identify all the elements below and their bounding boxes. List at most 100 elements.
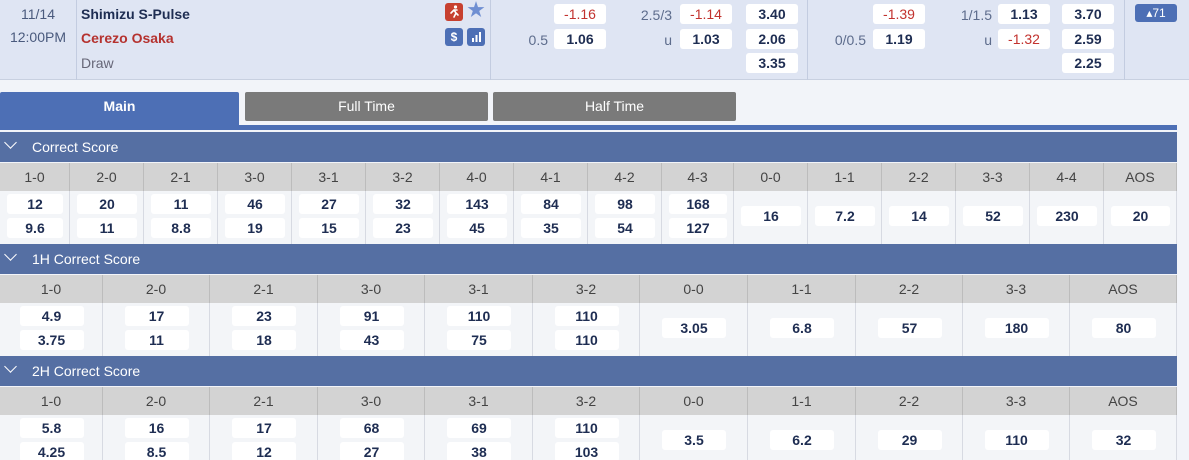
home-score-odds[interactable]: 12 <box>7 194 63 214</box>
away-score-odds[interactable]: 9.6 <box>7 218 63 238</box>
draw-score-odds[interactable]: 110 <box>984 430 1049 450</box>
draw-score-odds[interactable]: 52 <box>963 206 1023 226</box>
chevron-down-icon[interactable] <box>4 360 17 373</box>
home-score-odds[interactable]: 91 <box>339 306 404 326</box>
tab-main[interactable]: Main <box>0 92 239 127</box>
away-score-odds[interactable]: 127 <box>669 218 727 238</box>
draw-score-odds[interactable]: 230 <box>1037 206 1097 226</box>
home-score-odds[interactable]: 20 <box>77 194 137 214</box>
home-score-odds[interactable]: 5.8 <box>19 418 84 438</box>
away-score-odds[interactable]: 8.5 <box>124 442 189 460</box>
score-cell: 69 38 <box>425 415 533 460</box>
away-score-odds[interactable]: 8.8 <box>151 218 211 238</box>
score-column-header: 2-2 <box>856 275 963 303</box>
away-score-odds[interactable]: 103 <box>554 442 619 460</box>
home-score-odds[interactable]: 46 <box>225 194 285 214</box>
ft-1x2-draw-odds[interactable]: 3.35 <box>746 53 798 73</box>
draw-score-odds[interactable]: 14 <box>889 206 949 226</box>
draw-score-odds[interactable]: 32 <box>1091 430 1156 450</box>
bar-chart-icon[interactable] <box>467 28 485 46</box>
score-column-header: 3-0 <box>318 275 425 303</box>
ft-1x2-home-odds[interactable]: 3.40 <box>746 4 798 24</box>
tab-full-time[interactable]: Full Time <box>245 92 488 121</box>
home-score-odds[interactable]: 110 <box>554 306 619 326</box>
draw-score-odds[interactable]: 16 <box>741 206 801 226</box>
ht-1x2-home-odds[interactable]: 3.70 <box>1062 4 1114 24</box>
home-score-odds[interactable]: 110 <box>447 306 511 326</box>
away-score-odds[interactable]: 23 <box>373 218 433 238</box>
chevron-down-icon[interactable] <box>4 248 17 261</box>
home-score-odds[interactable]: 27 <box>299 194 359 214</box>
ft-1x2-away-odds[interactable]: 2.06 <box>746 29 798 49</box>
away-score-odds[interactable]: 54 <box>595 218 655 238</box>
ht-ou-over-odds[interactable]: 1.13 <box>998 4 1050 24</box>
away-score-odds[interactable]: 18 <box>232 330 296 350</box>
home-team[interactable]: Shimizu S-Pulse <box>81 6 190 22</box>
home-score-odds[interactable]: 32 <box>373 194 433 214</box>
home-score-odds[interactable]: 84 <box>521 194 581 214</box>
home-score-odds[interactable]: 143 <box>447 194 507 214</box>
away-team[interactable]: Cerezo Osaka <box>81 30 174 46</box>
dollar-icon[interactable]: $ <box>445 28 463 46</box>
away-score-odds[interactable]: 27 <box>339 442 404 460</box>
section-header[interactable]: Correct Score <box>0 132 1177 162</box>
draw-score-odds[interactable]: 3.5 <box>662 430 726 450</box>
draw-score-odds[interactable]: 3.05 <box>662 318 726 338</box>
more-bets-button[interactable]: ▴71 <box>1135 4 1177 22</box>
home-score-odds[interactable]: 68 <box>339 418 404 438</box>
away-score-odds[interactable]: 43 <box>339 330 404 350</box>
ht-1x2-away-odds[interactable]: 2.59 <box>1062 29 1114 49</box>
score-column-header: 2-1 <box>210 387 318 415</box>
away-score-odds[interactable]: 38 <box>447 442 511 460</box>
away-score-odds[interactable]: 15 <box>299 218 359 238</box>
draw-score-odds[interactable]: 7.2 <box>815 206 875 226</box>
score-cell: 20 <box>1104 191 1177 244</box>
match-time: 12:00PM <box>9 29 67 45</box>
home-score-odds[interactable]: 23 <box>232 306 296 326</box>
home-score-odds[interactable]: 110 <box>554 418 619 438</box>
score-column-header: 2-0 <box>103 275 210 303</box>
star-icon[interactable]: ★ <box>467 1 485 20</box>
home-score-odds[interactable]: 16 <box>124 418 189 438</box>
away-score-odds[interactable]: 110 <box>554 330 619 350</box>
ht-1x2-draw-odds[interactable]: 2.25 <box>1062 53 1114 73</box>
away-score-odds[interactable]: 75 <box>447 330 511 350</box>
draw-score-odds[interactable]: 80 <box>1091 318 1156 338</box>
away-score-odds[interactable]: 3.75 <box>19 330 84 350</box>
draw-score-odds[interactable]: 20 <box>1111 206 1170 226</box>
home-score-odds[interactable]: 168 <box>669 194 727 214</box>
draw-score-odds[interactable]: 6.8 <box>770 318 834 338</box>
home-score-odds[interactable]: 17 <box>124 306 189 326</box>
away-score-odds[interactable]: 11 <box>124 330 189 350</box>
away-score-odds[interactable]: 4.25 <box>19 442 84 460</box>
ht-hdp-home-odds[interactable]: -1.39 <box>873 4 925 24</box>
away-score-odds[interactable]: 19 <box>225 218 285 238</box>
draw-score-odds[interactable]: 6.2 <box>770 430 834 450</box>
away-score-odds[interactable]: 11 <box>77 218 137 238</box>
chevron-down-icon[interactable] <box>4 136 17 149</box>
draw-score-odds[interactable]: 57 <box>877 318 942 338</box>
away-score-odds[interactable]: 12 <box>232 442 296 460</box>
draw-score-odds[interactable]: 29 <box>877 430 942 450</box>
score-column-header: 2-0 <box>70 163 144 191</box>
running-person-icon[interactable] <box>445 3 463 21</box>
home-score-odds[interactable]: 11 <box>151 194 211 214</box>
ft-ou-over-odds[interactable]: -1.14 <box>680 4 732 24</box>
score-column-header: 3-1 <box>425 275 533 303</box>
home-score-odds[interactable]: 69 <box>447 418 511 438</box>
tab-half-time[interactable]: Half Time <box>493 92 736 121</box>
home-score-odds[interactable]: 98 <box>595 194 655 214</box>
section-header[interactable]: 2H Correct Score <box>0 356 1177 386</box>
section-header[interactable]: 1H Correct Score <box>0 244 1177 274</box>
ht-ou-under-odds[interactable]: -1.32 <box>998 29 1050 49</box>
ft-hdp-away-odds[interactable]: 1.06 <box>554 29 606 49</box>
ft-hdp-home-odds[interactable]: -1.16 <box>554 4 606 24</box>
score-cell: 52 <box>956 191 1030 244</box>
home-score-odds[interactable]: 17 <box>232 418 296 438</box>
away-score-odds[interactable]: 35 <box>521 218 581 238</box>
ht-hdp-away-odds[interactable]: 1.19 <box>873 29 925 49</box>
ft-ou-under-odds[interactable]: 1.03 <box>680 29 732 49</box>
home-score-odds[interactable]: 4.9 <box>19 306 84 326</box>
draw-score-odds[interactable]: 180 <box>984 318 1049 338</box>
away-score-odds[interactable]: 45 <box>447 218 507 238</box>
